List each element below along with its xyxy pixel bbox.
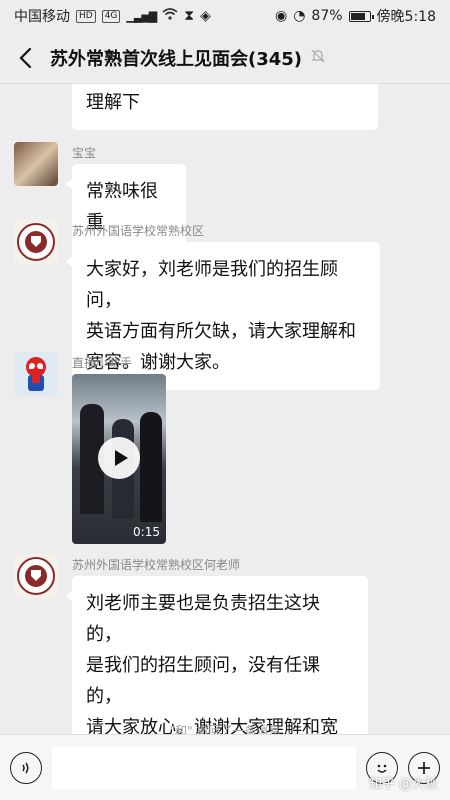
message-line: 英语方面有所欠缺，请大家理解和 — [86, 321, 356, 342]
message-line: 大家好，刘老师是我们的招生顾问， — [86, 259, 338, 311]
clock-label: 傍晚5:18 — [376, 9, 436, 25]
message-line: 是我们的招生顾问，没有任课的， — [86, 655, 320, 707]
carrier-label: 中国移动 — [14, 9, 70, 25]
message-line: 理解下 — [86, 92, 140, 113]
message-list[interactable]: 理解下 宝宝 常熟味很重 苏州外国语学校常熟校区 大家好，刘老师是我们的招生顾问… — [0, 84, 450, 734]
chevron-left-icon[interactable] — [14, 47, 36, 69]
message-line: 刘老师主要也是负责招生这块的， — [86, 593, 320, 645]
avatar[interactable] — [14, 142, 58, 186]
status-bar: 中国移动 HD 4G ▁▃▅▇ ⧗ ◈ ◉ ◔ 87% 傍晚5:18 — [0, 0, 450, 32]
avatar[interactable] — [14, 220, 58, 264]
avatar[interactable] — [14, 554, 58, 598]
location-icon: ◈ — [200, 8, 211, 24]
network-badge: 4G — [101, 9, 121, 23]
chat-title: 苏外常熟首次线上见面会(345) — [50, 48, 303, 70]
spiderman-icon — [23, 357, 49, 391]
school-seal-icon — [17, 223, 55, 261]
battery-icon — [348, 10, 374, 22]
sender-name: 苏州外国语学校常熟校区何老师 — [72, 558, 241, 572]
wifi-icon — [162, 8, 178, 24]
hd-badge: HD — [76, 9, 96, 23]
avatar[interactable] — [14, 352, 58, 396]
speed-icon: ◔ — [293, 8, 306, 24]
sender-name: 宝宝 — [72, 146, 97, 160]
video-message[interactable]: 0:15 — [72, 374, 166, 544]
sender-name: 苏州外国语学校常熟校区 — [72, 224, 205, 238]
sender-name: 直播小助手 — [72, 356, 133, 370]
eye-icon: ◉ — [274, 8, 288, 24]
message-bubble[interactable]: 刘老师主要也是负责招生这块的， 是我们的招生顾问，没有任课的， 请大家放心。谢谢… — [66, 576, 368, 734]
bell-off-icon — [310, 48, 326, 68]
voice-icon[interactable] — [10, 751, 42, 784]
school-seal-icon — [17, 557, 55, 595]
play-icon[interactable] — [98, 437, 140, 479]
chat-header: 苏外常熟首次线上见面会(345) — [0, 32, 450, 84]
battery-percent: 87% — [311, 8, 343, 24]
message-bubble[interactable]: 理解下 — [72, 84, 378, 130]
hourglass-icon: ⧗ — [184, 8, 195, 24]
signal-icon: ▁▃▅▇ — [126, 9, 157, 23]
watermark: 知乎 @大秋 — [368, 777, 438, 792]
message-input[interactable] — [52, 745, 356, 790]
input-bar: 知乎 @大秋 — [0, 734, 450, 800]
recall-notice: "和" 撤回了一条消息 — [169, 724, 281, 734]
video-duration: 0:15 — [133, 525, 160, 539]
